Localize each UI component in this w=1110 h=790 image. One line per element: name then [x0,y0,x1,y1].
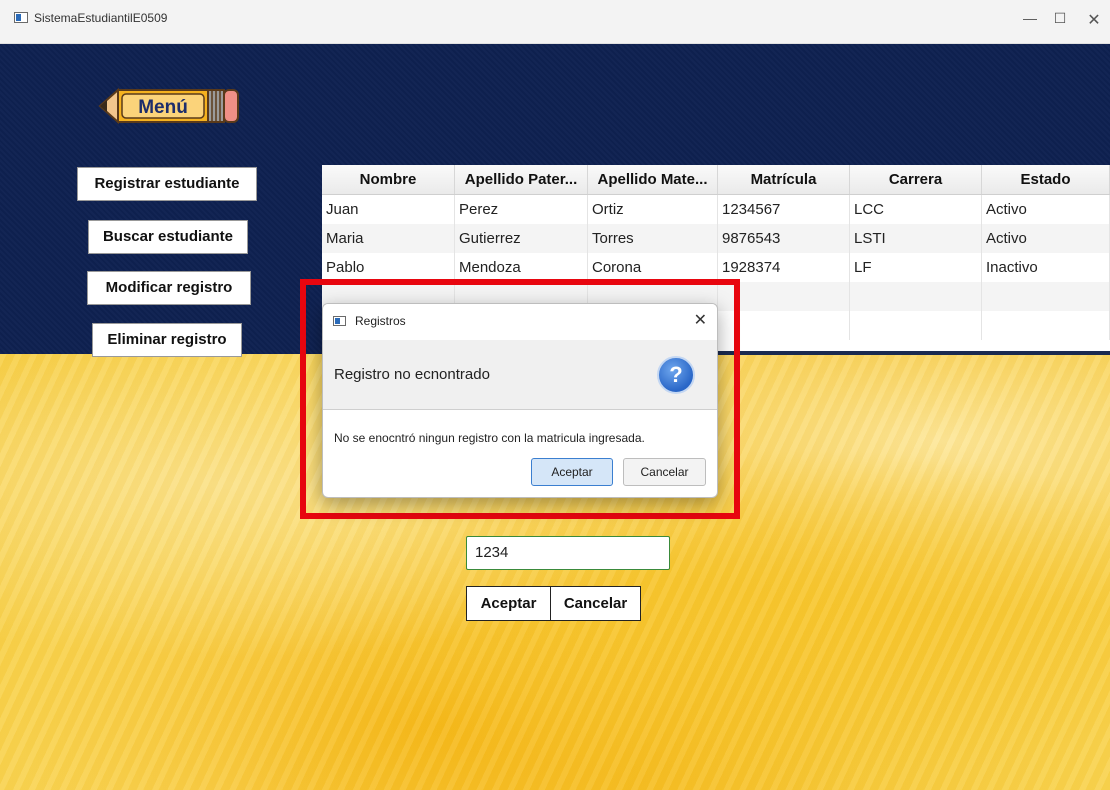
maximize-button[interactable]: ☐ [1048,10,1072,30]
column-header-carrera[interactable]: Carrera [850,165,982,194]
dialog-accept-button[interactable]: Aceptar [531,458,613,486]
menu-button[interactable]: Menú [98,84,242,128]
dialog-close-button[interactable]: ✕ [694,310,707,330]
register-student-button[interactable]: Registrar estudiante [77,167,257,201]
matricula-input[interactable]: 1234 [466,536,670,570]
not-found-dialog: Registros ✕ Registro no ecnontrado ? No … [322,303,718,498]
dialog-cancel-button[interactable]: Cancelar [623,458,706,486]
pencil-icon: Menú [98,87,239,125]
delete-record-button[interactable]: Eliminar registro [92,323,242,357]
table-cell: LF [850,253,982,282]
close-button[interactable]: ✕ [1082,10,1106,30]
table-header: Nombre Apellido Pater... Apellido Mate..… [322,165,1110,195]
table-cell: Activo [982,224,1110,253]
table-row[interactable]: Maria Gutierrez Torres 9876543 LSTI Acti… [322,224,1110,253]
window-title: SistemaEstudiantilE0509 [34,11,168,25]
column-header-estado[interactable]: Estado [982,165,1110,194]
dialog-header-text: Registro no ecnontrado [334,366,490,383]
question-icon: ? [657,356,695,394]
table-cell: Perez [455,195,588,224]
table-cell: LCC [850,195,982,224]
column-header-apellido-paterno[interactable]: Apellido Pater... [455,165,588,194]
dialog-message: No se enocntró ningun registro con la ma… [334,431,645,445]
table-cell: Juan [322,195,455,224]
table-cell: Maria [322,224,455,253]
cancel-button[interactable]: Cancelar [550,586,641,621]
table-cell: LSTI [850,224,982,253]
column-header-nombre[interactable]: Nombre [322,165,455,194]
table-cell: Mendoza [455,253,588,282]
table-cell: 1234567 [718,195,850,224]
modify-record-button[interactable]: Modificar registro [87,271,251,305]
column-header-apellido-materno[interactable]: Apellido Mate... [588,165,718,194]
window-icon [333,316,346,326]
table-cell: 1928374 [718,253,850,282]
menu-label: Menú [138,97,188,118]
table-row[interactable]: Juan Perez Ortiz 1234567 LCC Activo [322,195,1110,224]
dialog-header: Registro no ecnontrado ? [323,340,717,410]
dialog-titlebar: Registros ✕ [323,304,717,340]
minimize-button[interactable]: — [1018,10,1042,30]
table-cell: Gutierrez [455,224,588,253]
table-cell: Ortiz [588,195,718,224]
search-student-button[interactable]: Buscar estudiante [88,220,248,254]
table-cell: Pablo [322,253,455,282]
table-cell: Inactivo [982,253,1110,282]
table-cell: 9876543 [718,224,850,253]
table-cell: Activo [982,195,1110,224]
dialog-title: Registros [355,314,406,328]
accept-button[interactable]: Aceptar [466,586,551,621]
table-row[interactable]: Pablo Mendoza Corona 1928374 LF Inactivo [322,253,1110,282]
window-titlebar: SistemaEstudiantilE0509 — ☐ ✕ [0,0,1110,44]
table-cell: Torres [588,224,718,253]
app-icon [14,12,28,23]
column-header-matricula[interactable]: Matrícula [718,165,850,194]
table-cell: Corona [588,253,718,282]
